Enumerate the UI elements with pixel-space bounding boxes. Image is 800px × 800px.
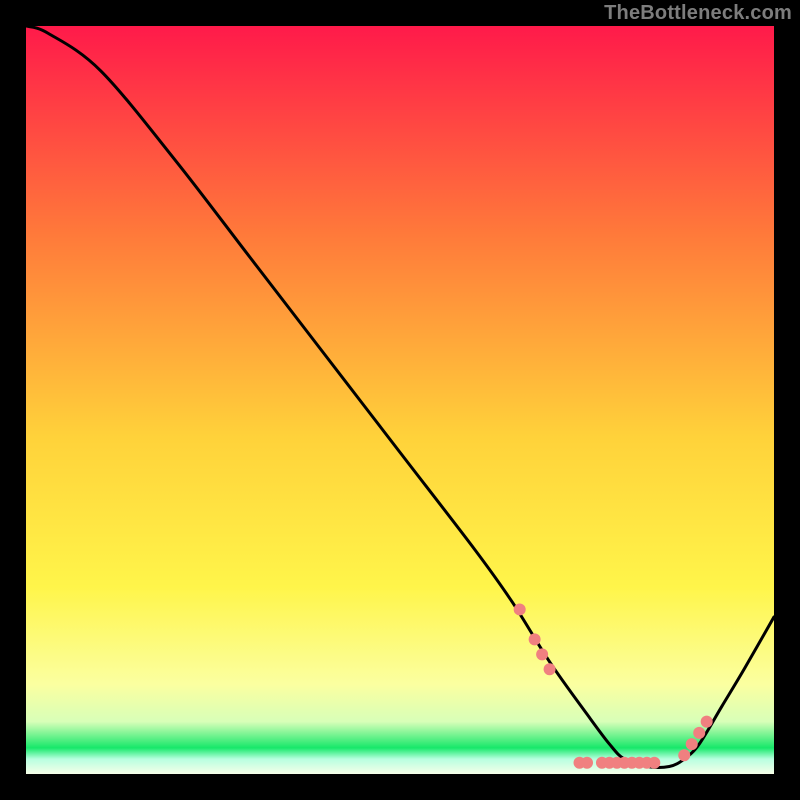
- curve-marker-dot: [701, 716, 713, 728]
- curve-marker-dot: [536, 648, 548, 660]
- chart-curve-layer: [26, 26, 774, 774]
- curve-marker-dot: [686, 738, 698, 750]
- curve-marker-dot: [514, 603, 526, 615]
- curve-markers: [514, 603, 713, 768]
- chart-frame: TheBottleneck.com: [0, 0, 800, 800]
- bottleneck-curve: [26, 26, 774, 767]
- chart-plot-area: [26, 26, 774, 774]
- curve-marker-dot: [544, 663, 556, 675]
- curve-marker-dot: [693, 727, 705, 739]
- curve-marker-dot: [648, 757, 660, 769]
- watermark-text: TheBottleneck.com: [604, 2, 792, 25]
- curve-marker-dot: [529, 633, 541, 645]
- curve-marker-dot: [581, 757, 593, 769]
- curve-path: [26, 26, 774, 767]
- curve-marker-dot: [678, 749, 690, 761]
